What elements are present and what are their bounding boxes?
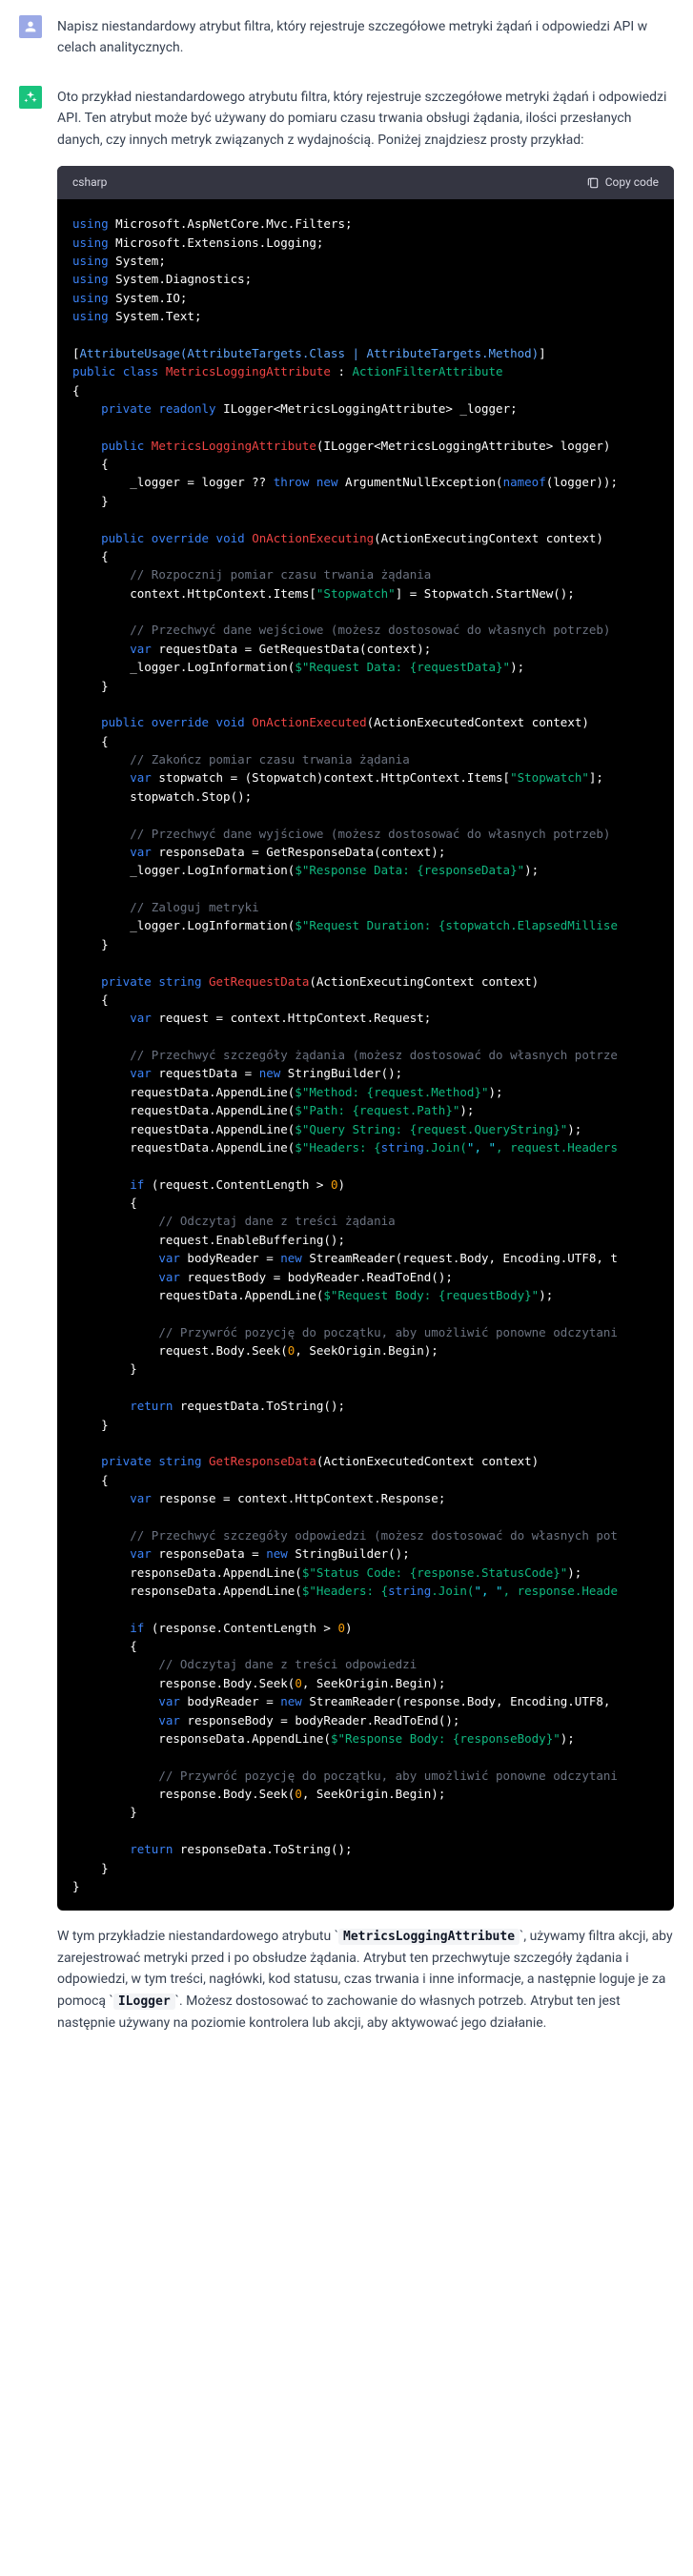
code-header: csharp Copy code (57, 166, 674, 199)
assistant-avatar (19, 86, 42, 109)
user-avatar (19, 15, 42, 38)
user-message: Napisz niestandardowy atrybut filtra, kt… (19, 15, 674, 59)
assistant-outro: W tym przykładzie niestandardowego atryb… (57, 1926, 674, 2034)
code-language: csharp (72, 174, 107, 192)
inline-code-attribute: MetricsLoggingAttribute (338, 1929, 520, 1945)
sparkle-icon (23, 90, 38, 105)
assistant-intro: Oto przykład niestandardowego atrybutu f… (57, 87, 674, 151)
code-content: using Microsoft.AspNetCore.Mvc.Filters; … (57, 199, 674, 1911)
copy-code-label: Copy code (605, 174, 659, 192)
inline-code-ilogger: ILogger (113, 1993, 175, 2010)
user-text: Napisz niestandardowy atrybut filtra, kt… (57, 15, 674, 59)
assistant-message: Oto przykład niestandardowego atrybutu f… (19, 86, 674, 2045)
person-icon (23, 19, 38, 34)
code-block: csharp Copy code using Microsoft.AspNetC… (57, 166, 674, 1911)
clipboard-icon (586, 176, 600, 190)
copy-code-button[interactable]: Copy code (586, 174, 659, 192)
